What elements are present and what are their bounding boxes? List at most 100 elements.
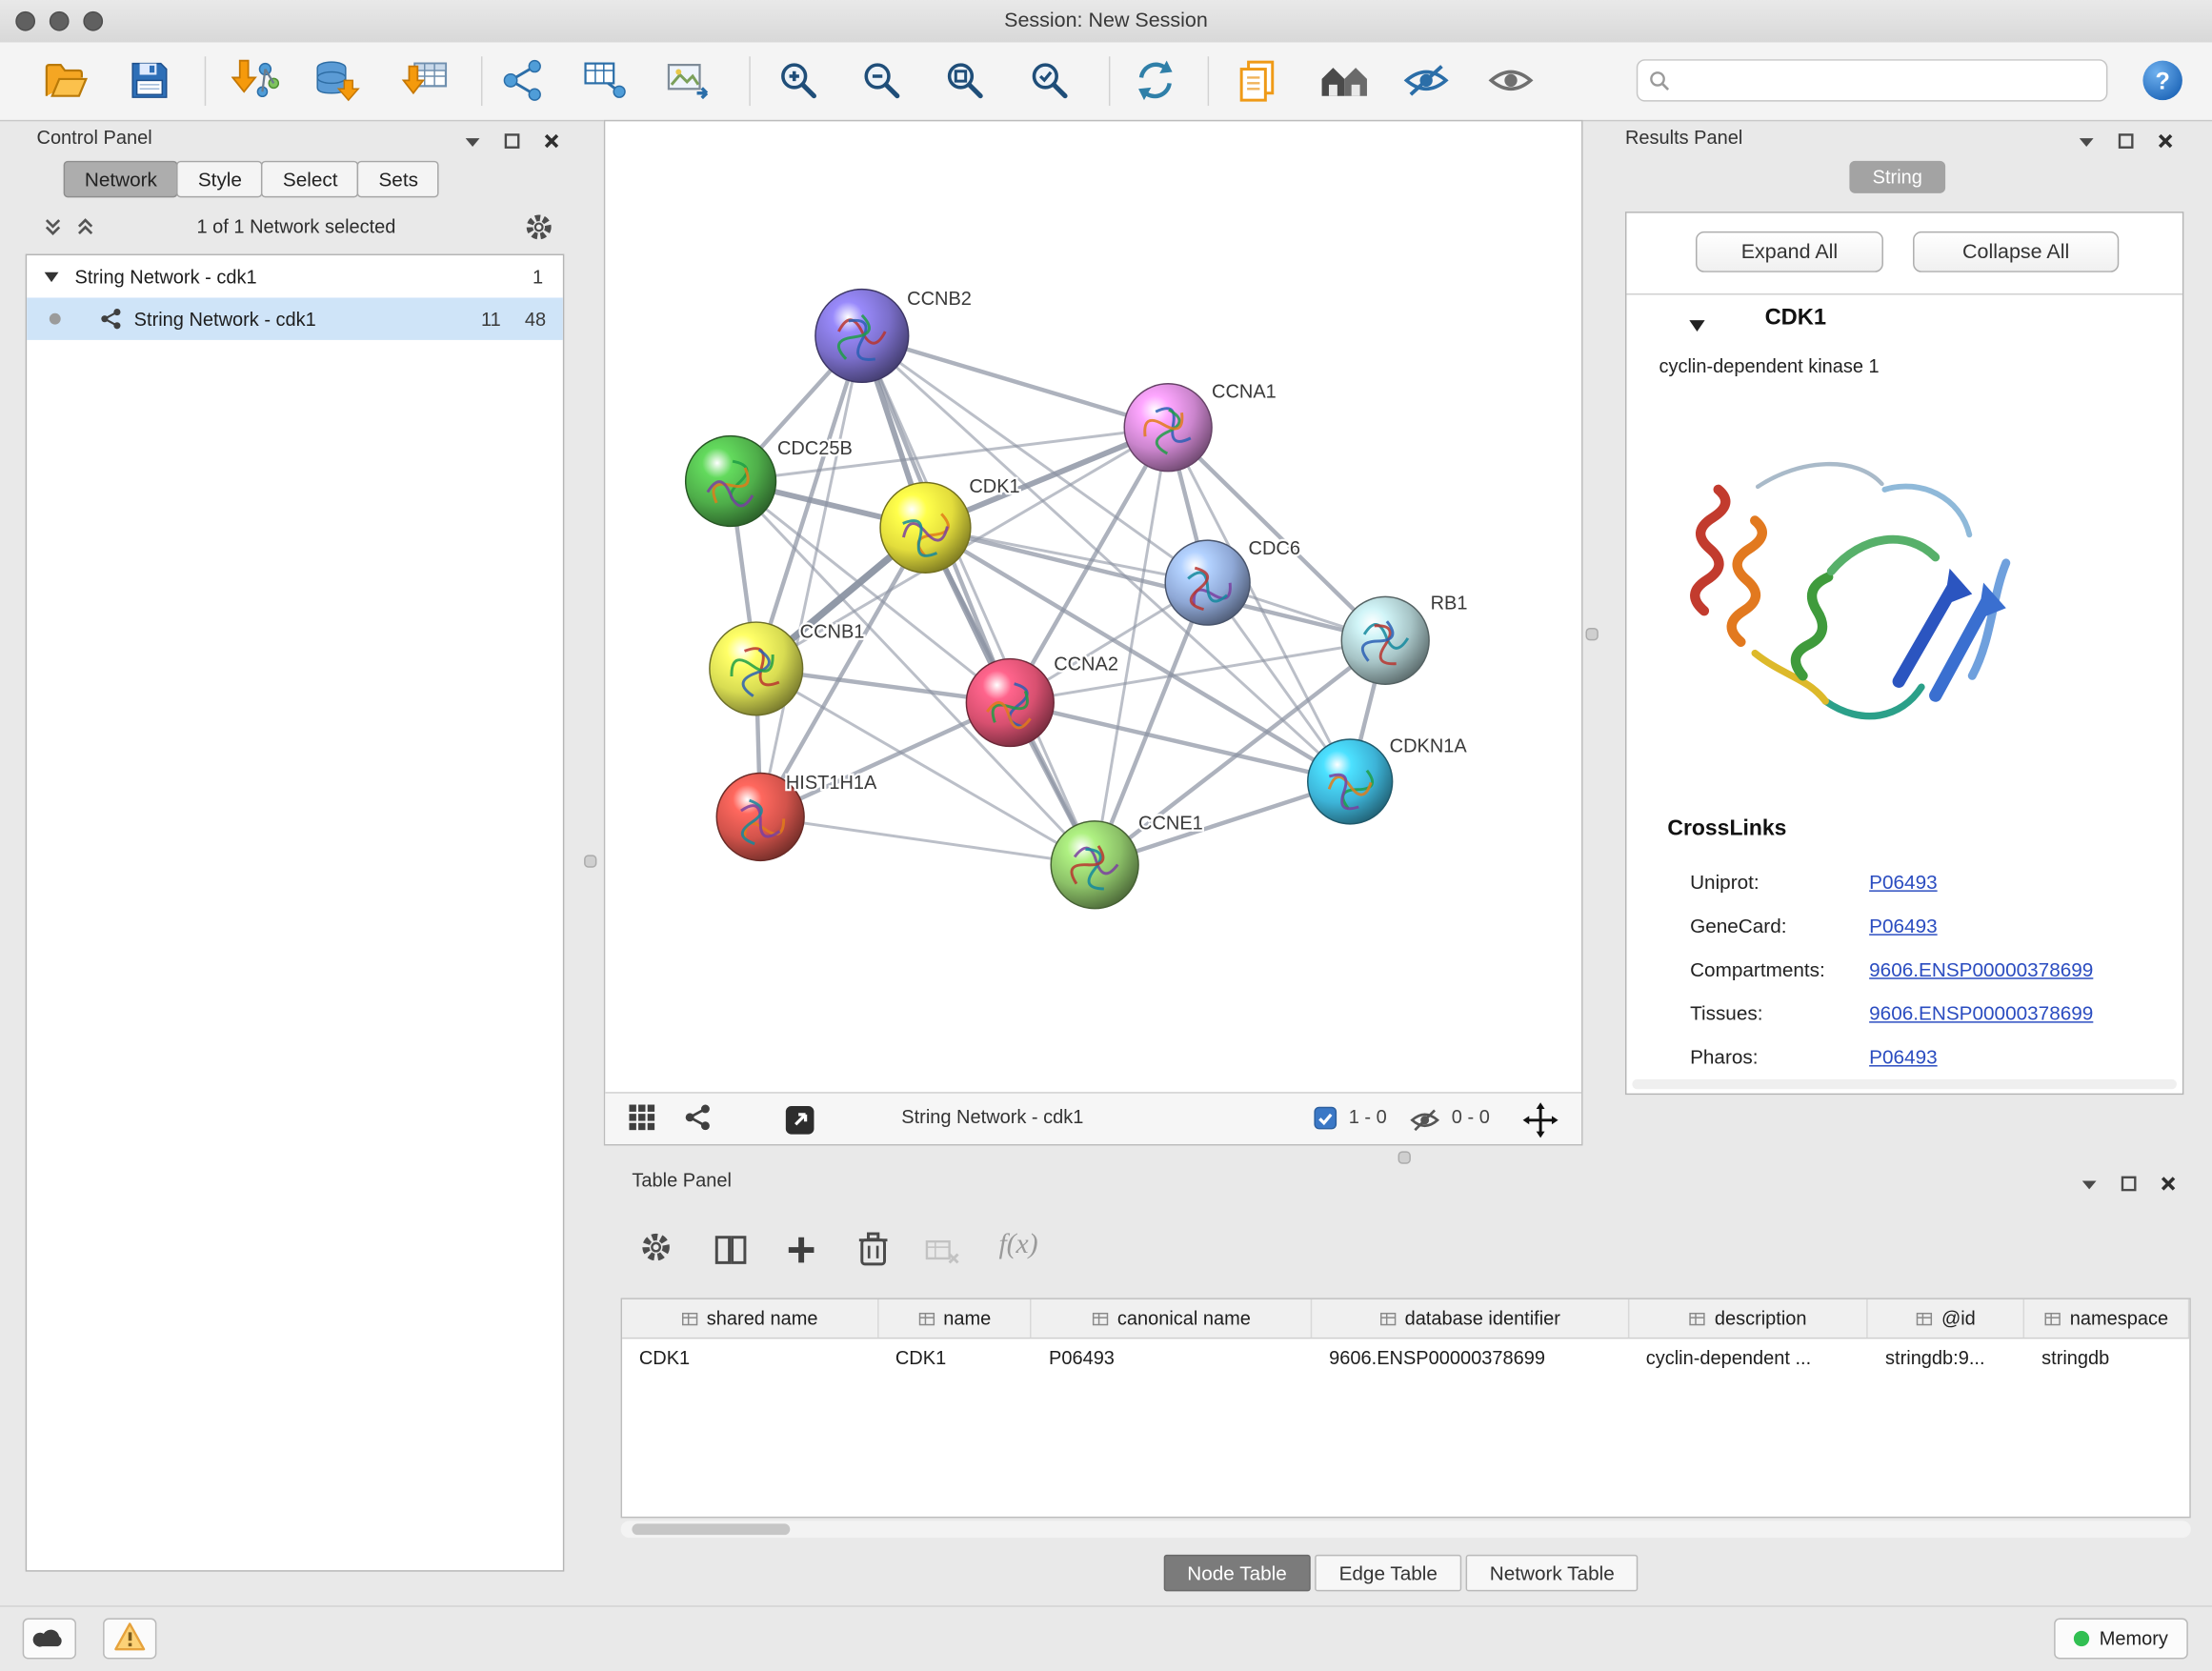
crosslink-link[interactable]: P06493 [1869, 870, 1937, 893]
import-network-file-button[interactable] [223, 52, 288, 111]
maximize-panel-icon[interactable] [2115, 130, 2136, 151]
table-cell[interactable]: 9606.ENSP00000378699 [1312, 1346, 1629, 1367]
hide-panels-button[interactable] [1394, 52, 1458, 111]
open-in-new-icon[interactable] [783, 1103, 817, 1137]
birdseye-grid-icon[interactable] [628, 1103, 656, 1132]
export-image-button[interactable] [657, 52, 722, 111]
zoom-in-button[interactable] [766, 52, 831, 111]
maximize-panel-icon[interactable] [501, 130, 522, 151]
column-header-name[interactable]: name [878, 1299, 1032, 1338]
session-snapshot-button[interactable] [1224, 52, 1289, 111]
network-table-button[interactable] [574, 52, 639, 111]
float-panel-icon[interactable] [461, 130, 482, 151]
results-scrollbar[interactable] [1632, 1079, 2177, 1089]
show-columns-icon[interactable] [714, 1233, 748, 1267]
network-node-CCNA1[interactable] [1124, 384, 1212, 472]
zoom-selected-button[interactable] [1017, 52, 1082, 111]
edge-CCNA2-CDKN1A[interactable] [1010, 702, 1350, 781]
collapse-all-button[interactable]: Collapse All [1913, 232, 2119, 272]
expand-all-button[interactable]: Expand All [1696, 232, 1883, 272]
column-header-database-identifier[interactable]: database identifier [1312, 1299, 1629, 1338]
title-bar[interactable]: Session: New Session [0, 0, 2212, 44]
help-button[interactable]: ? [2135, 52, 2191, 111]
tab-network[interactable]: Network [64, 161, 178, 198]
table-cell[interactable]: CDK1 [622, 1346, 878, 1367]
import-network-database-button[interactable] [305, 52, 370, 111]
crosslink-link[interactable]: 9606.ENSP00000378699 [1869, 1001, 2093, 1024]
crosslink-link[interactable]: 9606.ENSP00000378699 [1869, 957, 2093, 980]
open-session-button[interactable] [32, 52, 97, 111]
column-header-namespace[interactable]: namespace [2024, 1299, 2189, 1338]
edge-CCNB2-CCNA1[interactable] [862, 335, 1168, 427]
table-row[interactable]: CDK1CDK1P064939606.ENSP00000378699cyclin… [622, 1339, 2189, 1376]
gear-icon[interactable] [525, 213, 553, 242]
table-settings-gear-icon[interactable] [640, 1232, 672, 1263]
edge-CCNB2-HIST1H1A[interactable] [760, 335, 862, 816]
network-node-CCNE1[interactable] [1051, 821, 1138, 909]
table-cell[interactable]: P06493 [1032, 1346, 1312, 1367]
crosslink-link[interactable]: P06493 [1869, 914, 1937, 936]
network-node-CCNB2[interactable] [815, 290, 909, 383]
network-node-CCNA2[interactable] [966, 659, 1054, 747]
splitter-handle[interactable] [584, 855, 596, 867]
column-header-canonical-name[interactable]: canonical name [1032, 1299, 1312, 1338]
tab-sets[interactable]: Sets [357, 161, 439, 198]
network-node-CDC25B[interactable] [686, 436, 776, 527]
network-view[interactable]: CCNB2CCNA1CDC25BCDK1CDC6RB1CCNB1CCNA2CDK… [604, 120, 1583, 1146]
edge-HIST1H1A-CCNE1[interactable] [760, 816, 1095, 864]
move-crosshair-icon[interactable] [1522, 1102, 1559, 1139]
edge-CCNB2-CCNE1[interactable] [862, 335, 1095, 864]
column-header--id[interactable]: @id [1868, 1299, 2024, 1338]
tab-string[interactable]: String [1850, 161, 1945, 193]
table-horizontal-scrollbar[interactable] [621, 1520, 2191, 1538]
close-panel-icon[interactable] [2157, 1173, 2178, 1194]
add-column-icon[interactable] [784, 1233, 818, 1267]
memory-button[interactable]: Memory [2054, 1619, 2188, 1660]
network-node-CDK1[interactable] [880, 482, 971, 573]
table-cell[interactable]: CDK1 [878, 1346, 1032, 1367]
search-field[interactable] [1637, 59, 2108, 101]
splitter-handle[interactable] [1585, 628, 1598, 640]
scrollbar-thumb[interactable] [632, 1523, 790, 1535]
float-panel-icon[interactable] [2078, 1173, 2099, 1194]
column-header-description[interactable]: description [1629, 1299, 1868, 1338]
crosslink-link[interactable]: P06493 [1869, 1045, 1937, 1068]
tree-expander-icon[interactable] [44, 271, 61, 283]
warnings-button[interactable] [103, 1619, 156, 1660]
zoom-fit-button[interactable] [933, 52, 997, 111]
close-panel-icon[interactable] [540, 130, 561, 151]
network-row-selected[interactable]: String Network - cdk1 11 48 [27, 297, 563, 339]
network-node-CDKN1A[interactable] [1308, 739, 1393, 824]
zoom-out-button[interactable] [849, 52, 914, 111]
delete-column-trash-icon[interactable] [856, 1230, 891, 1267]
search-input[interactable] [1676, 69, 2098, 92]
maximize-panel-icon[interactable] [2118, 1173, 2139, 1194]
tab-node-table[interactable]: Node Table [1163, 1555, 1311, 1592]
table-cell[interactable]: stringdb [2024, 1346, 2189, 1367]
selected-checkbox-icon[interactable] [1314, 1106, 1337, 1130]
protein-section-header[interactable]: CDK1 [1626, 293, 2182, 357]
tab-edge-table[interactable]: Edge Table [1315, 1555, 1461, 1592]
refresh-view-button[interactable] [1123, 52, 1188, 111]
show-panels-button[interactable] [1478, 52, 1543, 111]
hidden-eye-slash-icon[interactable] [1409, 1107, 1440, 1133]
import-table-button[interactable] [392, 52, 457, 111]
close-panel-icon[interactable] [2154, 130, 2175, 151]
tab-style[interactable]: Style [177, 161, 264, 198]
network-glyph-icon[interactable] [684, 1103, 713, 1132]
tab-select[interactable]: Select [262, 161, 359, 198]
function-builder-icon[interactable]: f(x) [998, 1229, 1037, 1261]
section-expander-icon[interactable] [1689, 316, 1706, 337]
table-cell[interactable]: stringdb:9... [1868, 1346, 2024, 1367]
network-canvas[interactable]: CCNB2CCNA1CDC25BCDK1CDC6RB1CCNB1CCNA2CDK… [605, 121, 1581, 1093]
column-header-shared-name[interactable]: shared name [622, 1299, 878, 1338]
home-button[interactable] [1312, 52, 1377, 111]
cloud-services-button[interactable] [23, 1619, 76, 1660]
float-panel-icon[interactable] [2075, 130, 2096, 151]
network-node-CDC6[interactable] [1165, 540, 1250, 625]
save-session-button[interactable] [117, 52, 182, 111]
new-network-button[interactable] [491, 52, 555, 111]
network-node-CCNB1[interactable] [710, 622, 803, 715]
network-collection-row[interactable]: String Network - cdk1 1 [27, 255, 563, 297]
splitter-handle[interactable] [1398, 1151, 1411, 1163]
